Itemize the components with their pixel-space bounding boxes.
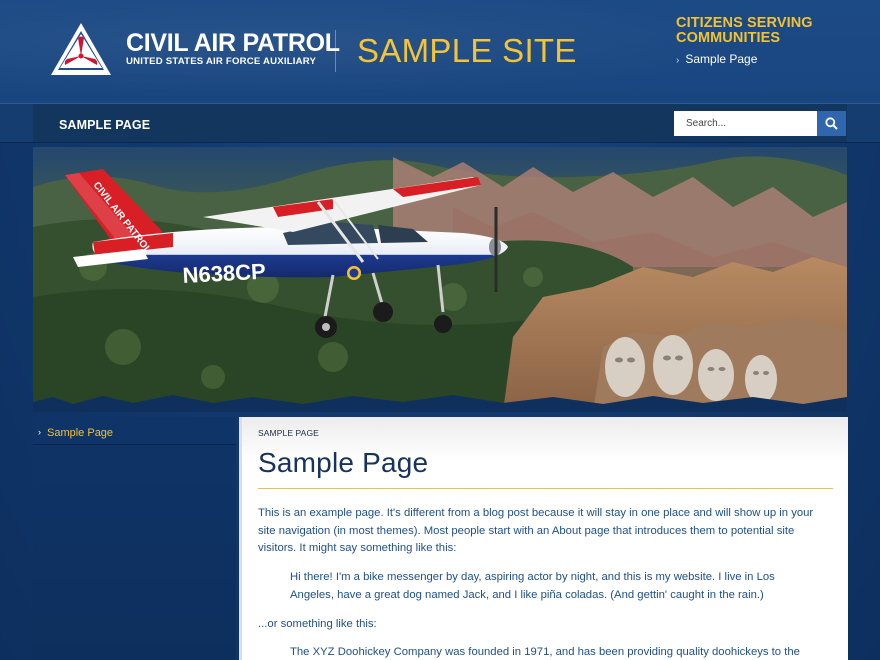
chevron-right-icon: › [676,55,680,66]
site-name[interactable]: SAMPLE SITE [357,32,577,70]
breadcrumb[interactable]: SAMPLE PAGE [258,428,319,438]
main-navbar: SAMPLE PAGE [0,103,880,143]
search-button[interactable] [817,111,846,136]
hero-image: CIVIL AIR PATROL N638CP [33,147,847,412]
site-header: CIVIL AIR PATROL UNITED STATES AIR FORCE… [0,0,880,103]
search-input[interactable] [674,111,817,136]
header-divider [335,30,336,72]
sidebar-item-sample-page[interactable]: › Sample Page [33,417,236,445]
plane-id-text: N638CP [182,259,266,288]
sidebar: › Sample Page [33,417,236,660]
header-link-sample-page[interactable]: › Sample Page [676,52,757,66]
sidebar-item-label: Sample Page [47,427,114,439]
quote-paragraph-1: Hi there! I'm a bike messenger by day, a… [290,571,775,601]
search-icon [825,117,838,130]
chevron-right-icon: › [38,427,41,437]
cap-logo-icon[interactable] [50,22,112,76]
intro-paragraph: This is an example page. It's different … [258,507,814,554]
hero-banner: CIVIL AIR PATROL N638CP [33,147,847,412]
nav-item-sample-page[interactable]: SAMPLE PAGE [59,118,150,132]
main-content: SAMPLE PAGE Sample Page This is an examp… [239,417,848,660]
quote-paragraph-2: The XYZ Doohickey Company was founded in… [290,646,800,658]
tagline: CITIZENS SERVING COMMUNITIES [676,15,813,46]
header-link-label: Sample Page [685,52,758,66]
org-title: CIVIL AIR PATROL [126,29,340,57]
org-subtitle: UNITED STATES AIR FORCE AUXILIARY [126,56,317,67]
page-title: Sample Page [258,447,429,478]
title-divider [258,488,833,489]
transition-paragraph: ...or something like this: [258,618,377,630]
